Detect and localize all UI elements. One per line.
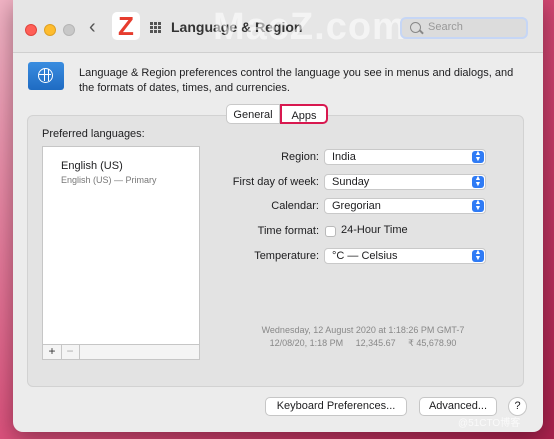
language-item-name[interactable]: English (US) xyxy=(61,160,123,172)
minimize-button[interactable] xyxy=(44,24,56,36)
first-day-value: Sunday xyxy=(332,176,370,188)
search-placeholder: Search xyxy=(428,21,463,33)
keyboard-preferences-button[interactable]: Keyboard Preferences... xyxy=(265,397,407,416)
format-sample-date: Wednesday, 12 August 2020 at 1:18:26 PM … xyxy=(261,325,465,335)
search-field[interactable]: Search xyxy=(400,17,528,39)
region-popup[interactable]: India ▲ ▼ xyxy=(324,149,486,165)
z-logo: Z xyxy=(112,12,140,40)
preferred-languages-list[interactable]: English (US) English (US) — Primary xyxy=(42,146,200,345)
chevron-updown-icon: ▲ ▼ xyxy=(472,199,484,212)
tab-apps[interactable]: Apps xyxy=(280,104,328,124)
region-value: India xyxy=(332,151,356,163)
region-label: Region: xyxy=(281,151,319,163)
24-hour-time-label[interactable]: 24-Hour Time xyxy=(341,224,408,236)
first-day-label: First day of week: xyxy=(232,176,319,188)
language-item-detail: English (US) — Primary xyxy=(61,175,157,185)
title-bar: ‹ Z Language & Region MacZ.com Search xyxy=(13,0,543,53)
tab-general[interactable]: General xyxy=(226,104,280,124)
add-language-button[interactable]: + xyxy=(43,345,62,359)
calendar-label: Calendar: xyxy=(271,200,319,212)
remove-language-button[interactable]: − xyxy=(61,345,80,359)
first-day-popup[interactable]: Sunday ▲ ▼ xyxy=(324,174,486,190)
chevron-updown-icon: ▲ ▼ xyxy=(472,175,484,188)
close-button[interactable] xyxy=(25,24,37,36)
zoom-button[interactable] xyxy=(63,24,75,36)
language-list-controls: + − xyxy=(42,345,200,360)
pane-description: Language & Region preferences control th… xyxy=(79,67,514,94)
temperature-label: Temperature: xyxy=(254,250,319,262)
chevron-updown-icon: ▲ ▼ xyxy=(472,150,484,163)
calendar-popup[interactable]: Gregorian ▲ ▼ xyxy=(324,198,486,214)
calendar-value: Gregorian xyxy=(332,200,381,212)
24-hour-time-checkbox[interactable] xyxy=(325,226,336,237)
preferences-window: ‹ Z Language & Region MacZ.com Search La… xyxy=(13,0,543,432)
time-format-label: Time format: xyxy=(257,225,319,237)
chevron-updown-icon: ▲ ▼ xyxy=(472,249,484,262)
format-sample-numbers: 12/08/20, 1:18 PM 12,345.67 ₹ 45,678.90 xyxy=(269,338,457,348)
corner-watermark: @51CTO博客 xyxy=(458,418,521,429)
preferred-languages-label: Preferred languages: xyxy=(42,128,145,140)
temperature-value: °C — Celsius xyxy=(332,250,398,262)
temperature-popup[interactable]: °C — Celsius ▲ ▼ xyxy=(324,248,486,264)
search-icon xyxy=(410,22,421,33)
show-all-grid-icon[interactable] xyxy=(150,22,162,34)
language-region-globe-icon xyxy=(28,62,64,90)
back-button[interactable]: ‹ xyxy=(89,16,96,39)
watermark-text: MacZ.com xyxy=(213,6,407,48)
